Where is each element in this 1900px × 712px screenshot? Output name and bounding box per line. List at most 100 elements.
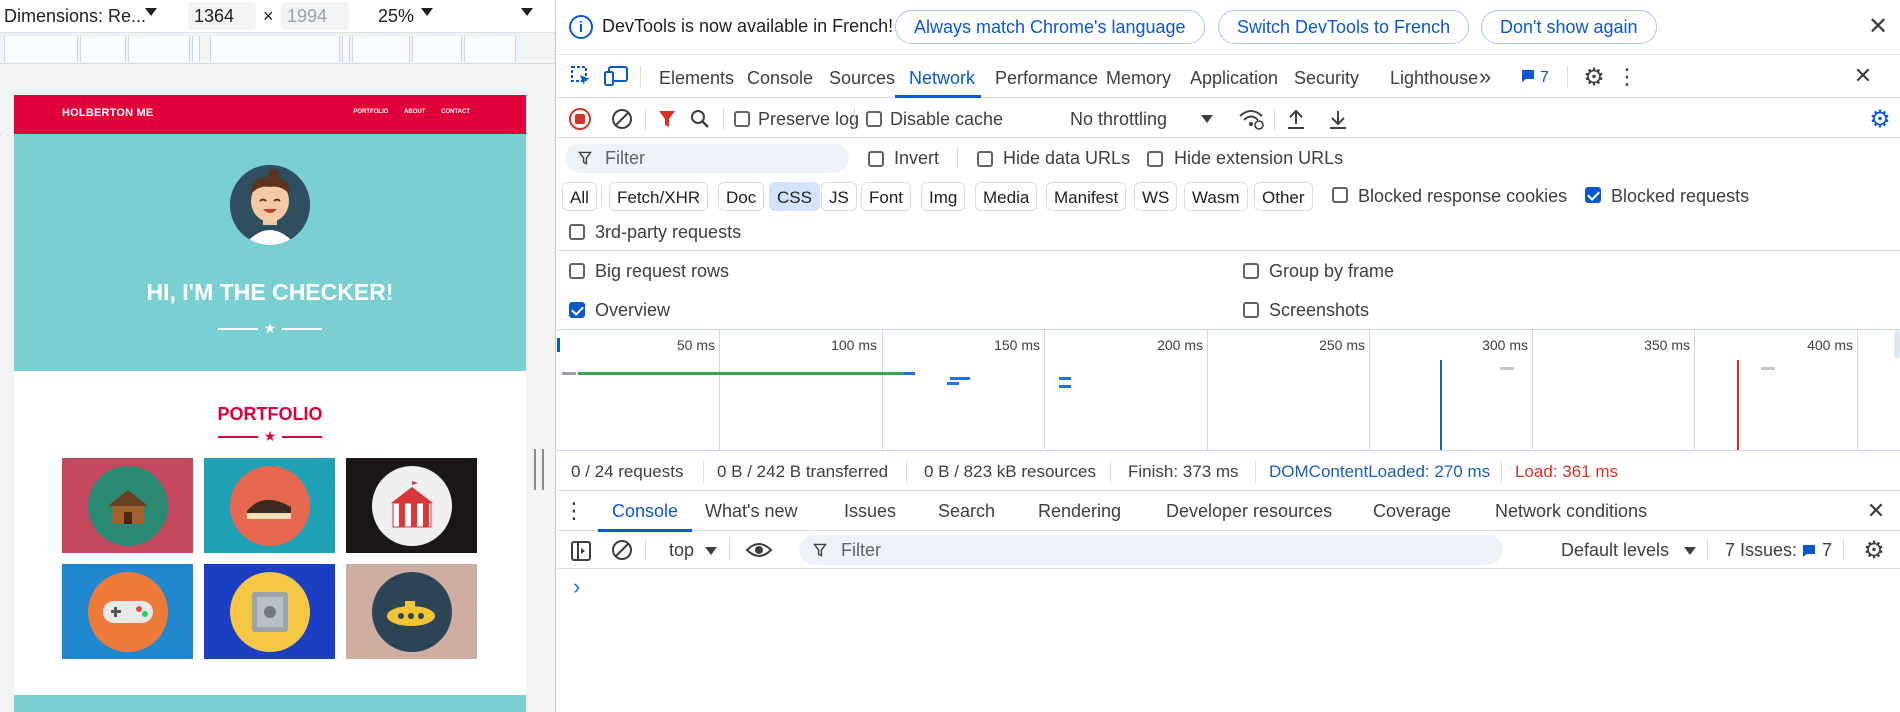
record-stop-icon[interactable] [569, 108, 591, 130]
portfolio-tile-safe[interactable] [204, 564, 335, 659]
always-match-language-button[interactable]: Always match Chrome's language [895, 10, 1205, 44]
tab-memory[interactable]: Memory [1106, 68, 1171, 89]
drawer-menu-icon[interactable]: ⋮ [563, 498, 585, 523]
tab-console[interactable]: Console [747, 68, 813, 89]
close-icon[interactable]: ✕ [1864, 12, 1892, 40]
height-input[interactable]: 1994 [281, 2, 349, 30]
tab-elements[interactable]: Elements [659, 68, 734, 89]
type-chip-all[interactable]: All [562, 182, 597, 211]
type-chip-media[interactable]: Media [975, 182, 1038, 211]
export-har-icon[interactable] [1326, 106, 1350, 132]
tab-network[interactable]: Network [909, 68, 975, 89]
preserve-log-checkbox[interactable] [734, 111, 750, 127]
drawer-tab-rendering[interactable]: Rendering [1038, 501, 1121, 522]
console-filter-input[interactable] [799, 535, 1503, 565]
site-brand[interactable]: HOLBERTON ME [62, 107, 153, 119]
nav-link-contact[interactable]: CONTACT [441, 109, 470, 115]
invert-checkbox[interactable] [868, 151, 884, 167]
blocked-response-cookies-checkbox[interactable] [1332, 187, 1348, 203]
portfolio-tile-circus[interactable] [346, 458, 477, 553]
type-chip-other[interactable]: Other [1254, 182, 1313, 211]
drawer-tab-search[interactable]: Search [938, 501, 995, 522]
drawer-tab-console[interactable]: Console [612, 501, 678, 522]
chevron-down-icon[interactable] [1684, 547, 1696, 555]
sidebar-toggle-icon[interactable] [569, 539, 593, 563]
issues-icon[interactable] [1801, 543, 1817, 559]
console-issues-label[interactable]: 7 Issues: [1725, 540, 1797, 561]
resize-handle[interactable] [534, 449, 544, 490]
dimensions-select[interactable]: Dimensions: Re... [4, 6, 146, 27]
zoom-select[interactable]: 25% [378, 6, 414, 27]
tab-lighthouse[interactable]: Lighthouse [1390, 68, 1478, 89]
settings-gear-icon[interactable]: ⚙ [1581, 64, 1607, 91]
portfolio-tile-game-controller[interactable] [62, 564, 193, 659]
blocked-requests-checkbox[interactable] [1585, 187, 1601, 203]
type-chip-doc[interactable]: Doc [718, 182, 765, 211]
import-har-icon[interactable] [1284, 106, 1308, 132]
type-chip-wasm[interactable]: Wasm [1184, 182, 1248, 211]
device-toolbar-icon[interactable] [603, 64, 629, 88]
clear-console-icon[interactable] [611, 539, 633, 561]
type-chip-img[interactable]: Img [921, 182, 966, 211]
type-chip-css[interactable]: CSS [769, 182, 820, 211]
tab-performance[interactable]: Performance [995, 68, 1098, 89]
drawer-tab-developer-resources[interactable]: Developer resources [1166, 501, 1332, 522]
drawer-tab-issues[interactable]: Issues [844, 501, 896, 522]
dont-show-again-button[interactable]: Don't show again [1481, 10, 1657, 44]
tab-sources[interactable]: Sources [829, 68, 895, 89]
portfolio-tile-cabin[interactable] [62, 458, 193, 553]
portfolio-tile-cake[interactable] [204, 458, 335, 553]
close-drawer-icon[interactable]: ✕ [1863, 498, 1889, 524]
type-chip-ws[interactable]: WS [1134, 182, 1178, 211]
clear-icon[interactable] [611, 108, 633, 130]
more-options-chevron-icon[interactable] [521, 8, 533, 16]
nav-link-about[interactable]: ABOUT [404, 109, 425, 115]
eye-icon[interactable] [745, 538, 773, 562]
timeline-left-handle[interactable] [557, 338, 560, 352]
type-chip-fetch-xhr[interactable]: Fetch/XHR [609, 182, 709, 211]
hide-extension-urls-checkbox[interactable] [1147, 151, 1163, 167]
kebab-menu-icon[interactable]: ⋮ [1616, 64, 1638, 90]
tab-application[interactable]: Application [1190, 68, 1278, 89]
network-overview-timeline[interactable] [557, 330, 1900, 450]
switch-to-french-button[interactable]: Switch DevTools to French [1218, 10, 1470, 44]
close-devtools-icon[interactable]: ✕ [1850, 63, 1876, 89]
screenshots-checkbox[interactable] [1243, 302, 1259, 318]
nav-link-portfolio[interactable]: PORTFOLIO [353, 109, 388, 115]
console-issues-count[interactable]: 7 [1822, 540, 1832, 561]
console-prompt[interactable]: › [573, 574, 580, 600]
tab-security[interactable]: Security [1294, 68, 1359, 89]
chevron-down-icon[interactable] [1201, 115, 1213, 123]
hide-data-urls-checkbox[interactable] [977, 151, 993, 167]
timeline-right-handle[interactable] [1894, 330, 1900, 358]
console-output[interactable]: › [557, 570, 1900, 712]
type-chip-manifest[interactable]: Manifest [1046, 182, 1127, 211]
overview-checkbox[interactable] [569, 302, 585, 318]
disable-cache-checkbox[interactable] [866, 111, 882, 127]
filter-funnel-icon[interactable] [656, 108, 678, 130]
drawer-tab-network-conditions[interactable]: Network conditions [1495, 501, 1647, 522]
type-chip-font[interactable]: Font [861, 182, 912, 211]
context-select[interactable]: top [669, 540, 694, 561]
network-conditions-icon[interactable] [1238, 106, 1264, 132]
group-by-frame-checkbox[interactable] [1243, 263, 1259, 279]
media-query-ruler[interactable] [0, 34, 555, 64]
network-settings-gear-icon[interactable]: ⚙ [1867, 106, 1893, 133]
chevron-down-icon[interactable] [705, 547, 717, 555]
drawer-tab-whats-new[interactable]: What's new [705, 501, 797, 522]
throttling-select[interactable]: No throttling [1070, 109, 1167, 130]
console-settings-gear-icon[interactable]: ⚙ [1861, 537, 1887, 564]
inspect-element-icon[interactable] [569, 64, 593, 88]
third-party-requests-checkbox[interactable] [569, 224, 585, 240]
type-chip-js[interactable]: JS [821, 182, 857, 211]
chevron-down-icon[interactable] [145, 8, 157, 16]
big-request-rows-checkbox[interactable] [569, 263, 585, 279]
search-icon[interactable] [689, 108, 711, 130]
issues-icon[interactable] [1519, 67, 1537, 85]
issues-count[interactable]: 7 [1540, 69, 1549, 87]
width-input[interactable]: 1364 [188, 2, 256, 30]
portfolio-tile-submarine[interactable] [346, 564, 477, 659]
drawer-tab-coverage[interactable]: Coverage [1373, 501, 1451, 522]
chevron-down-icon[interactable] [421, 8, 433, 16]
log-levels-select[interactable]: Default levels [1561, 540, 1669, 561]
